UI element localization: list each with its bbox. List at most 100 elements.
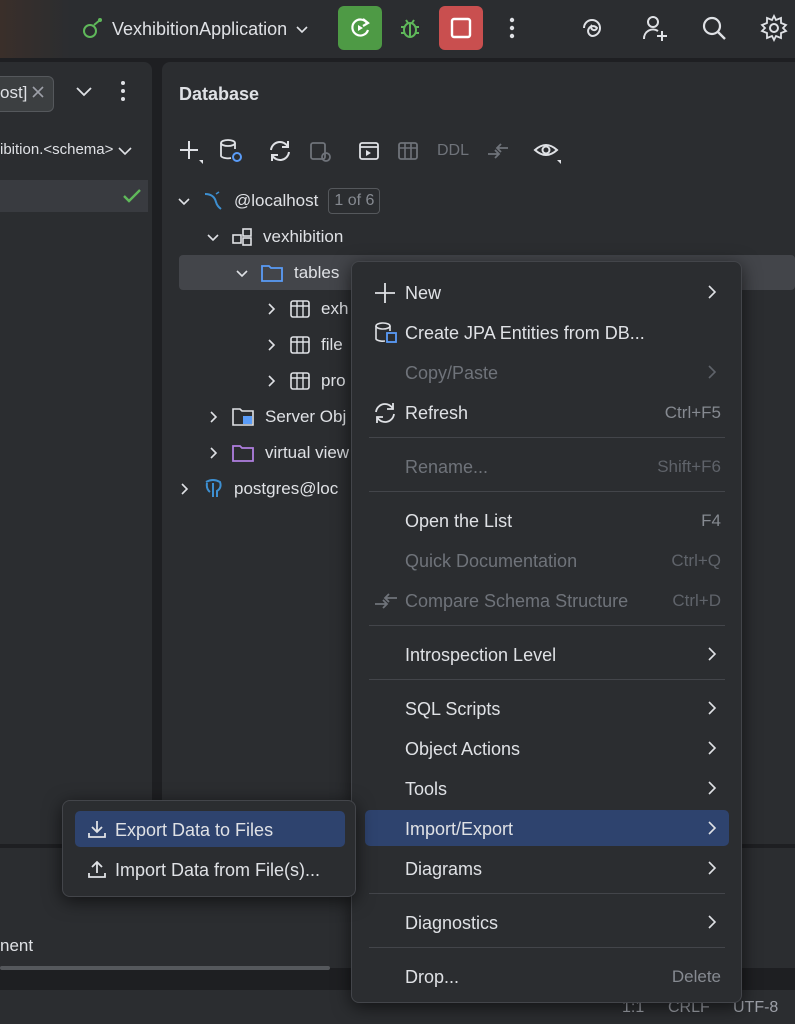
menu-item-diagnostics[interactable]: Diagnostics: [365, 904, 729, 940]
menu-label: Export Data to Files: [115, 820, 274, 840]
tree-label: file: [321, 335, 343, 354]
submenu-arrow-icon: [708, 365, 717, 379]
menu-label: Copy/Paste: [405, 363, 499, 383]
menu-item-tools[interactable]: Tools: [365, 770, 729, 806]
schema-chevron-icon[interactable]: [117, 144, 133, 158]
run-config-selector[interactable]: VexhibitionApplication: [80, 12, 309, 46]
editor-tab[interactable]: ost]: [0, 76, 54, 112]
rerun-button[interactable]: [338, 6, 382, 50]
menu-separator: [369, 491, 725, 492]
tree-label: virtual view: [265, 443, 350, 462]
menu-label: Tools: [405, 779, 448, 799]
view-options-button[interactable]: [532, 136, 562, 166]
menu-item-create-jpa[interactable]: Create JPA Entities from DB...: [365, 314, 729, 350]
menu-item-new[interactable]: New: [365, 274, 729, 310]
menu-shortcut: Ctrl+F5: [664, 403, 721, 422]
menu-label: Import Data from File(s)...: [115, 860, 321, 880]
tabs-dropdown-icon[interactable]: [75, 84, 93, 100]
schema-icon: [232, 228, 252, 246]
chevron-right-icon: [181, 483, 189, 495]
tree-node-schema[interactable]: vexhibition: [205, 220, 343, 254]
menu-item-diagrams[interactable]: Diagrams: [365, 850, 729, 886]
toolbar-fade: [0, 0, 70, 58]
tree-node-postgres[interactable]: postgres@loc: [176, 472, 338, 506]
data-source-properties-button[interactable]: [216, 136, 246, 166]
menu-item-sql-scripts[interactable]: SQL Scripts: [365, 690, 729, 726]
query-console-button[interactable]: [354, 136, 384, 166]
add-icon: [180, 141, 203, 164]
compare-icon: [488, 143, 508, 159]
menu-label: Diagrams: [405, 859, 483, 879]
import-export-submenu: Export Data to Files Import Data from Fi…: [62, 800, 356, 897]
menu-label: Create JPA Entities from DB...: [405, 323, 645, 343]
add-button[interactable]: [175, 136, 205, 166]
schema-selector-label: ibition.<schema>: [0, 141, 114, 158]
tree-node-table[interactable]: pro: [263, 364, 346, 398]
ai-assistant-icon: [583, 19, 601, 38]
scrollbar[interactable]: [0, 966, 330, 970]
compare-button[interactable]: [483, 136, 513, 166]
menu-item-quick-documentation[interactable]: Quick Documentation Ctrl+Q: [365, 542, 729, 578]
menu-item-export-data[interactable]: Export Data to Files: [75, 811, 345, 847]
menu-item-drop[interactable]: Drop... Delete: [365, 958, 729, 994]
host-badge[interactable]: 1 of 6: [328, 188, 381, 214]
menu-item-copy-paste[interactable]: Copy/Paste: [365, 354, 729, 390]
check-icon: [123, 189, 141, 203]
disconnect-icon: [310, 142, 331, 162]
tree-label: exh: [321, 299, 349, 318]
more-icon: [509, 17, 515, 39]
run-config-icon: [83, 18, 102, 38]
bottom-text: nent: [0, 936, 34, 955]
menu-item-compare-schema[interactable]: Compare Schema Structure Ctrl+D: [365, 582, 729, 618]
left-more-icon[interactable]: [120, 80, 126, 102]
encoding[interactable]: UTF-8: [733, 999, 778, 1017]
schema-selector[interactable]: ibition.<schema>: [0, 141, 113, 158]
eye-icon: [533, 144, 561, 164]
table-icon: [398, 142, 418, 160]
tree-node-table[interactable]: exh: [263, 292, 348, 326]
submenu-arrow-icon: [708, 781, 717, 795]
table-icon: [290, 336, 310, 354]
menu-label: Open the List: [405, 511, 513, 531]
menu-item-import-export[interactable]: Import/Export: [365, 810, 729, 846]
panel-title: Database: [179, 84, 260, 104]
menu-item-refresh[interactable]: Refresh Ctrl+F5: [365, 394, 729, 430]
ai-assistant-button[interactable]: [570, 6, 614, 50]
debug-button[interactable]: [388, 6, 432, 50]
database-settings-icon: [220, 139, 242, 162]
tree-node-table[interactable]: file: [263, 328, 343, 362]
more-button[interactable]: [490, 6, 534, 50]
upload-icon: [88, 860, 106, 878]
menu-separator: [369, 679, 725, 680]
refresh-button[interactable]: [265, 136, 295, 166]
tree-node-server-objects[interactable]: Server Obj: [205, 400, 346, 434]
menu-item-import-data[interactable]: Import Data from File(s)...: [75, 851, 345, 887]
disconnect-button[interactable]: [305, 136, 335, 166]
top-toolbar: VexhibitionApplication: [0, 0, 795, 58]
chevron-right-icon: [210, 411, 218, 423]
search-button[interactable]: [692, 6, 736, 50]
table-view-button[interactable]: [393, 136, 423, 166]
tree-node-localhost[interactable]: @localhost 1 of 6: [176, 184, 381, 218]
menu-item-rename[interactable]: Rename... Shift+F6: [365, 448, 729, 484]
menu-separator: [369, 437, 725, 438]
add-user-button[interactable]: [633, 6, 677, 50]
search-icon: [702, 16, 726, 40]
chevron-right-icon: [268, 339, 276, 351]
close-tab-icon[interactable]: [31, 85, 45, 99]
ddl-button[interactable]: DDL: [437, 142, 469, 160]
menu-item-open-list[interactable]: Open the List F4: [365, 502, 729, 538]
rerun-icon: [351, 18, 370, 37]
chevron-down-icon: [296, 26, 308, 34]
chevron-right-icon: [210, 447, 218, 459]
menu-item-introspection-level[interactable]: Introspection Level: [365, 636, 729, 672]
menu-item-object-actions[interactable]: Object Actions: [365, 730, 729, 766]
settings-button[interactable]: [752, 6, 795, 50]
postgresql-icon: [205, 479, 222, 497]
tree-node-virtual-views[interactable]: virtual view: [205, 436, 349, 470]
menu-label: SQL Scripts: [405, 699, 501, 719]
jpa-entities-icon: [375, 322, 397, 343]
tree-node-tables[interactable]: tables: [234, 256, 339, 290]
menu-label: Drop...: [405, 967, 460, 987]
stop-button[interactable]: [439, 6, 483, 50]
